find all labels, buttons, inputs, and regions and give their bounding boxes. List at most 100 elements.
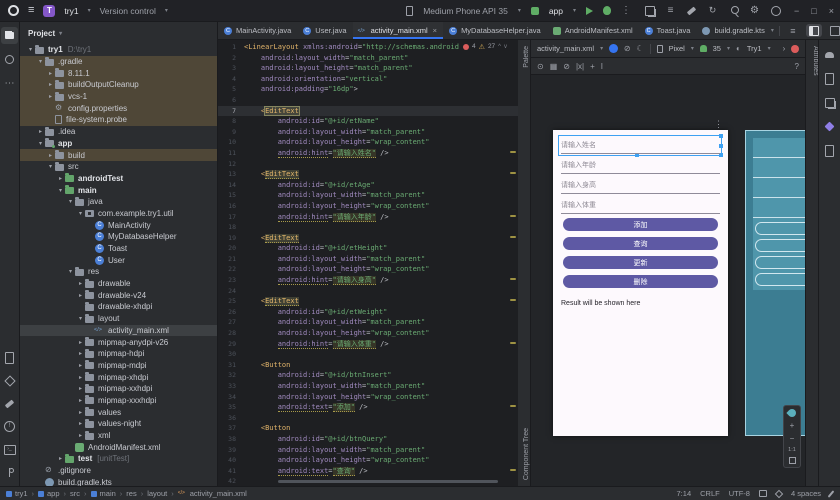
inspection-widget[interactable]: 4 ⚠ 27 ^ v — [460, 41, 510, 52]
button-preview-1[interactable]: 添加 — [563, 218, 718, 231]
build-icon[interactable] — [1, 395, 18, 412]
issue-badge[interactable] — [791, 45, 799, 53]
tree-item-vcs-1[interactable]: ▸vcs-1 — [20, 91, 217, 103]
tree-item-mipmap-mdpi[interactable]: ▸mipmap-mdpi — [20, 360, 217, 372]
tree-item-values[interactable]: ▸values — [20, 406, 217, 418]
tree-item-activity_main.xml[interactable]: activity_main.xml — [20, 325, 217, 337]
expand-icon[interactable]: › — [783, 44, 786, 53]
code-line-35[interactable]: 35 android:text="添加" /> — [218, 402, 518, 413]
tree-item-com.example.try1.util[interactable]: ▾com.example.try1.util — [20, 208, 217, 220]
tree-item-mipmap-xxhdpi[interactable]: ▸mipmap-xxhdpi — [20, 383, 217, 395]
button-preview-3[interactable]: 更新 — [563, 256, 718, 269]
code-line-2[interactable]: 2 android:layout_width="match_parent" — [218, 53, 518, 64]
cursor-icon[interactable]: I — [601, 62, 603, 71]
breadcrumb-main[interactable]: main — [91, 489, 116, 498]
main-menu-icon[interactable]: ≡ — [28, 5, 34, 16]
design-canvas[interactable]: ⋮ Result will be shown here 请输入姓名请输入年龄请输… — [531, 75, 805, 486]
chevron-open-icon[interactable]: ▾ — [46, 163, 55, 170]
code-line-25[interactable]: 25 <EditText — [218, 296, 518, 307]
chevron-down-icon[interactable]: ▾ — [88, 7, 91, 14]
chevron-open-icon[interactable]: ▾ — [76, 210, 85, 217]
code-line-27[interactable]: 27 android:layout_width="match_parent" — [218, 317, 518, 328]
tree-item-app[interactable]: ▾app — [20, 138, 217, 150]
preview-api[interactable]: 35 — [713, 44, 721, 53]
logcat-icon[interactable] — [662, 2, 679, 19]
tree-item-java[interactable]: ▾java — [20, 196, 217, 208]
code-line-30[interactable]: 30 — [218, 349, 518, 360]
code-line-38[interactable]: 38 android:id="@+id/btnQuery" — [218, 434, 518, 445]
code-line-31[interactable]: 31 <Button — [218, 360, 518, 371]
tree-item-src[interactable]: ▾src — [20, 161, 217, 173]
tab-User.java[interactable]: User.java — [297, 22, 352, 39]
code-line-13[interactable]: 13 <EditText — [218, 169, 518, 180]
chevron-down-icon[interactable]: ▾ — [59, 30, 62, 37]
tag-icon[interactable] — [775, 489, 783, 497]
code-line-3[interactable]: 3 android:layout_height="match_parent" — [218, 63, 518, 74]
device-mirror-icon[interactable] — [821, 70, 838, 87]
tree-item-buildOutputCleanup[interactable]: ▸buildOutputCleanup — [20, 79, 217, 91]
readonly-icon[interactable] — [759, 490, 767, 497]
tab-build.gradle.kts[interactable]: build.gradle.kts — [696, 22, 770, 39]
commit-icon[interactable] — [1, 51, 18, 68]
tree-item-test[interactable]: ▸test[unitTest] — [20, 453, 217, 465]
vcs-widget[interactable]: Version control — [100, 6, 156, 16]
device-preview[interactable]: Result will be shown here 请输入姓名请输入年龄请输入身… — [553, 130, 728, 436]
edittext-preview-4[interactable]: 请输入体重 — [561, 198, 720, 214]
chevron-down-icon[interactable]: ▾ — [518, 7, 521, 14]
tree-item-MyDatabaseHelper[interactable]: MyDatabaseHelper — [20, 231, 217, 243]
chevron-down-icon[interactable]: ▾ — [691, 45, 694, 52]
code-line-33[interactable]: 33 android:layout_width="match_parent" — [218, 381, 518, 392]
version-control-icon[interactable] — [1, 464, 18, 481]
button-preview-4[interactable]: 删除 — [563, 275, 718, 288]
color-mode-icon[interactable] — [786, 407, 797, 418]
blueprint-preview[interactable] — [745, 130, 805, 436]
code-line-6[interactable]: 6 — [218, 95, 518, 106]
chevron-closed-icon[interactable]: ▸ — [76, 339, 85, 346]
split-view-button[interactable] — [806, 24, 822, 37]
resource-manager-icon[interactable] — [1, 372, 18, 389]
code-line-20[interactable]: 20 android:id="@+id/etHeight" — [218, 243, 518, 254]
chevron-down-icon[interactable]: ▾ — [727, 45, 730, 52]
code-line-14[interactable]: 14 android:id="@+id/etAge" — [218, 180, 518, 191]
tree-item-androidTest[interactable]: ▸androidTest — [20, 173, 217, 185]
tree-item-drawable-v24[interactable]: ▸drawable-v24 — [20, 289, 217, 301]
breadcrumb-activity_main.xml[interactable]: activity_main.xml — [178, 489, 247, 498]
tree-item-.idea[interactable]: ▸.idea — [20, 126, 217, 138]
device-explorer-icon[interactable] — [821, 142, 838, 159]
tree-item-mipmap-xxxhdpi[interactable]: ▸mipmap-xxxhdpi — [20, 395, 217, 407]
indent-setting[interactable]: 4 spaces — [791, 489, 821, 498]
next-issue-icon[interactable]: v — [504, 44, 507, 50]
chevron-closed-icon[interactable]: ▸ — [36, 128, 45, 135]
project-panel-header[interactable]: Project ▾ — [20, 22, 217, 44]
code-line-23[interactable]: 23 android:hint="请输入身高" /> — [218, 275, 518, 286]
chevron-open-icon[interactable]: ▾ — [56, 187, 65, 194]
tree-item-AndroidManifest.xml[interactable]: AndroidManifest.xml — [20, 441, 217, 453]
code-line-5[interactable]: 5 android:padding="16dp"> — [218, 84, 518, 95]
code-line-4[interactable]: 4 android:orientation="vertical" — [218, 74, 518, 85]
code-line-26[interactable]: 26 android:id="@+id/etWeight" — [218, 307, 518, 318]
tree-item-drawable[interactable]: ▸drawable — [20, 278, 217, 290]
preview-menu-icon[interactable]: ⋮ — [714, 119, 723, 130]
chevron-closed-icon[interactable]: ▸ — [76, 385, 85, 392]
chevron-closed-icon[interactable]: ▸ — [76, 432, 85, 439]
tree-item-MainActivity[interactable]: MainActivity — [20, 219, 217, 231]
more-actions-icon[interactable]: ⋮ — [621, 5, 631, 16]
tab-MyDatabaseHelper.java[interactable]: MyDatabaseHelper.java — [443, 22, 547, 39]
code-line-9[interactable]: 9 android:layout_width="match_parent" — [218, 127, 518, 138]
settings-icon[interactable] — [746, 2, 763, 19]
chevron-closed-icon[interactable]: ▸ — [76, 420, 85, 427]
chevron-open-icon[interactable]: ▾ — [36, 58, 45, 65]
chevron-closed-icon[interactable]: ▸ — [46, 70, 55, 77]
profile-icon[interactable] — [767, 2, 784, 19]
tree-item-config.properties[interactable]: config.properties — [20, 102, 217, 114]
tree-item-Toast[interactable]: Toast — [20, 243, 217, 255]
tab-MainActivity.java[interactable]: MainActivity.java — [218, 22, 297, 39]
breadcrumb-try1[interactable]: try1 — [6, 489, 28, 498]
sync-icon[interactable] — [704, 2, 721, 19]
tree-item-mipmap-xhdpi[interactable]: ▸mipmap-xhdpi — [20, 371, 217, 383]
design-view-button[interactable] — [827, 24, 840, 37]
horizontal-scrollbar[interactable] — [278, 480, 498, 483]
code-line-16[interactable]: 16 android:layout_height="wrap_content" — [218, 201, 518, 212]
code-view-button[interactable] — [785, 24, 801, 37]
tree-item-8.11.1[interactable]: ▸8.11.1 — [20, 67, 217, 79]
